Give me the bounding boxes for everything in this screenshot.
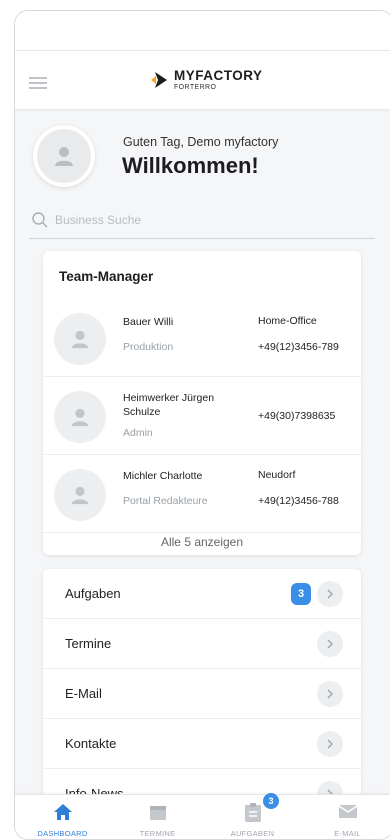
person-icon: [71, 486, 89, 505]
team-member-row[interactable]: Michler Charlotte Portal Redakteure Neud…: [43, 455, 361, 533]
member-role: Admin: [123, 427, 153, 439]
logo-mark-icon: [148, 69, 170, 91]
person-icon: [71, 330, 89, 349]
logo-title: MYFACTORY: [174, 68, 263, 84]
mail-icon: [338, 805, 357, 818]
team-member-row[interactable]: Heimwerker Jürgen Schulze Admin +49(30)7…: [43, 377, 361, 455]
bottom-navigation: DASHBOARD TERMINE 3 AUFGABEN E-MAIL: [15, 793, 390, 839]
chevron-right-icon[interactable]: [317, 681, 343, 707]
nav-label: TERMINE: [139, 829, 176, 838]
nav-email[interactable]: E-MAIL: [300, 795, 390, 839]
search-input[interactable]: [55, 213, 355, 227]
menu-item-label: E-Mail: [65, 686, 102, 701]
member-location: Neudorf: [258, 469, 296, 481]
member-role: Produktion: [123, 341, 174, 353]
clipboard-icon: [244, 803, 261, 822]
team-manager-card: Team-Manager Bauer Willi Produktion Home…: [43, 251, 361, 555]
welcome-section: Guten Tag, Demo myfactory Willkommen!: [31, 123, 390, 193]
chevron-right-icon[interactable]: [317, 581, 343, 607]
menu-item-label: Termine: [65, 636, 112, 651]
member-name: Heimwerker Jürgen Schulze: [123, 392, 215, 419]
member-phone[interactable]: +49(12)3456-788: [258, 495, 339, 507]
home-icon: [53, 804, 72, 820]
calendar-icon: [149, 806, 166, 820]
myfactory-logo[interactable]: MYFACTORY FORTERRO: [148, 65, 263, 95]
member-name: Michler Charlotte: [123, 470, 203, 482]
status-bar: [15, 11, 390, 51]
tasks-count-badge: 3: [291, 583, 311, 605]
member-avatar: [54, 469, 106, 521]
nav-label: DASHBOARD: [37, 829, 88, 838]
navigation-menu-card: Aufgaben 3 Termine E-Mail Kontakte Inf: [43, 569, 361, 809]
app-header: MYFACTORY FORTERRO: [15, 51, 390, 109]
nav-label: E-MAIL: [334, 829, 361, 838]
chevron-right-icon[interactable]: [317, 731, 343, 757]
team-manager-title: Team-Manager: [59, 269, 154, 284]
menu-item-termine[interactable]: Termine: [43, 619, 361, 669]
team-member-row[interactable]: Bauer Willi Produktion Home-Office +49(1…: [43, 299, 361, 377]
greeting-text: Guten Tag, Demo myfactory: [123, 135, 279, 149]
member-phone[interactable]: +49(12)3456-789: [258, 341, 339, 353]
nav-dashboard[interactable]: DASHBOARD: [15, 795, 110, 839]
member-avatar: [54, 313, 106, 365]
menu-item-label: Aufgaben: [65, 586, 121, 601]
nav-termine[interactable]: TERMINE: [110, 795, 205, 839]
logo-subtitle: FORTERRO: [174, 83, 217, 91]
member-name: Bauer Willi: [123, 316, 174, 328]
search-icon: [32, 212, 48, 228]
member-location: Home-Office: [258, 315, 317, 327]
nav-label: AUFGABEN: [230, 829, 275, 838]
member-phone[interactable]: +49(30)7398635: [258, 410, 335, 422]
user-avatar[interactable]: [33, 125, 95, 187]
person-icon: [71, 408, 89, 427]
nav-aufgaben[interactable]: 3 AUFGABEN: [205, 793, 300, 839]
menu-item-kontakte[interactable]: Kontakte: [43, 719, 361, 769]
menu-item-email[interactable]: E-Mail: [43, 669, 361, 719]
welcome-title: Willkommen!: [122, 153, 259, 178]
member-avatar: [54, 391, 106, 443]
member-role: Portal Redakteure: [123, 495, 208, 507]
device-frame: MYFACTORY FORTERRO Guten Tag, Demo myfac…: [14, 10, 390, 840]
menu-icon[interactable]: [29, 77, 47, 89]
tasks-nav-badge: 3: [263, 793, 279, 809]
person-icon: [55, 147, 73, 166]
menu-item-label: Kontakte: [65, 736, 117, 751]
chevron-right-icon[interactable]: [317, 631, 343, 657]
show-all-link[interactable]: Alle 5 anzeigen: [43, 535, 361, 549]
business-search[interactable]: [29, 207, 375, 239]
menu-item-aufgaben[interactable]: Aufgaben 3: [43, 569, 361, 619]
